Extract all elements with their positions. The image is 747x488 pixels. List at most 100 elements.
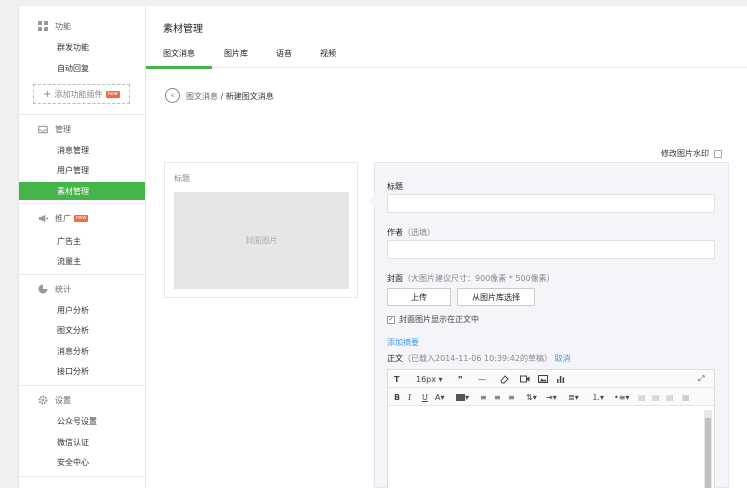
horizontal-rule-icon[interactable]: — <box>478 373 486 385</box>
cover-label: 封面（大图片建议尺寸：900像素 * 500像素） <box>387 274 555 283</box>
sidebar-item-auto-reply[interactable]: 自动回复 <box>19 59 146 77</box>
show-cover-option: ✓ 封面图片显示在正文中 <box>387 314 479 325</box>
form-pointer-arrow <box>368 195 375 207</box>
add-plugin-button[interactable]: + 添加功能插件 new <box>33 84 130 104</box>
show-cover-checkbox[interactable]: ✓ <box>387 315 395 324</box>
sidebar-item-materials[interactable]: 素材管理 <box>19 182 146 200</box>
sidebar-item-user-analysis[interactable]: 用户分析 <box>19 301 146 319</box>
sidebar-item-message-analysis[interactable]: 消息分析 <box>19 342 146 360</box>
divider <box>19 476 146 477</box>
indent-icon[interactable]: ⇥▾ <box>546 391 557 403</box>
sidebar-item-api-analysis[interactable]: 接口分析 <box>19 362 146 380</box>
grid-icon <box>38 21 48 31</box>
add-summary-link[interactable]: 添加摘要 <box>387 337 419 348</box>
sidebar-section-settings: 设置 <box>19 392 146 408</box>
chevron-left-icon: ‹ <box>170 90 175 101</box>
rich-text-editor: T 16px ▾ ❞ — ⤢ B I U A▾ ▾ ≡ ≡ ≡ ⇅▾ ⇥▾ ≣▾… <box>387 369 715 488</box>
main-panel: 素材管理 图文消息 图片库 语音 视频 ‹ 图文消息 / 新建图文消息 修改图片… <box>145 6 747 488</box>
background-color-icon[interactable]: ▾ <box>456 391 469 403</box>
divider <box>19 114 146 115</box>
megaphone-icon <box>38 213 48 223</box>
bold-icon[interactable]: B <box>394 391 400 403</box>
show-cover-label: 封面图片显示在正文中 <box>399 315 479 324</box>
sidebar-item-advertiser[interactable]: 广告主 <box>19 232 146 250</box>
inbox-icon <box>38 124 48 134</box>
divider <box>19 203 146 204</box>
watermark-setting: 修改图片水印 <box>661 148 722 159</box>
sidebar-section-stats: 统计 <box>19 281 146 297</box>
editor-scrollbar-thumb[interactable] <box>705 418 711 488</box>
sidebar-item-traffic-owner[interactable]: 流量主 <box>19 252 146 270</box>
tab-articles[interactable]: 图文消息 <box>163 48 195 59</box>
image-float-left-icon[interactable]: ▤ <box>638 391 646 403</box>
text-format-icon[interactable]: T <box>394 373 399 385</box>
clear-float-icon[interactable]: ▦ <box>682 391 690 403</box>
sidebar-item-account-settings[interactable]: 公众号设置 <box>19 412 146 430</box>
watermark-checkbox[interactable] <box>714 149 722 158</box>
italic-icon[interactable]: I <box>408 391 411 403</box>
breadcrumb: 图文消息 / 新建图文消息 <box>186 91 274 102</box>
title-label: 标题 <box>387 182 403 191</box>
ordered-list-icon[interactable]: ⒈▾ <box>592 391 604 403</box>
image-icon[interactable] <box>538 373 548 385</box>
eraser-icon[interactable] <box>500 373 509 385</box>
title-input[interactable] <box>387 194 715 213</box>
font-size-select[interactable]: 16px ▾ <box>416 373 443 385</box>
sidebar-item-wechat-verify[interactable]: 微信认证 <box>19 433 146 451</box>
cancel-draft-link[interactable]: 取消 <box>555 354 571 363</box>
align-right-icon[interactable]: ≡ <box>508 391 515 403</box>
video-icon[interactable] <box>520 373 530 385</box>
tab-bar: 图文消息 图片库 语音 视频 <box>146 43 747 69</box>
sidebar-item-mass-send[interactable]: 群发功能 <box>19 38 146 56</box>
pie-chart-icon <box>38 284 48 294</box>
align-left-icon[interactable]: ≡ <box>480 391 487 403</box>
sidebar: 功能 群发功能 自动回复 + 添加功能插件 new 管理 消息管理 用户管理 素… <box>18 6 146 488</box>
sidebar-section-manage: 管理 <box>19 121 146 137</box>
sidebar-item-messages[interactable]: 消息管理 <box>19 141 146 159</box>
page-title: 素材管理 <box>163 24 203 35</box>
underline-icon[interactable]: U <box>422 391 428 403</box>
breadcrumb-current: 新建图文消息 <box>225 92 274 101</box>
sidebar-item-users[interactable]: 用户管理 <box>19 161 146 179</box>
divider <box>19 385 146 386</box>
tab-voice[interactable]: 语音 <box>276 48 292 59</box>
editor-toolbar-row-2: B I U A▾ ▾ ≡ ≡ ≡ ⇅▾ ⇥▾ ≣▾ ⒈▾ •≡▾ ▤ ▤ ▤ ▦ <box>388 388 714 406</box>
article-edit-form: 标题 作者（选填） 封面（大图片建议尺寸：900像素 * 500像素） 上传 从… <box>368 162 729 488</box>
active-tab-indicator <box>146 66 212 69</box>
new-badge: new <box>105 90 120 98</box>
paragraph-spacing-icon[interactable]: ⇅▾ <box>526 391 537 403</box>
divider <box>19 274 146 275</box>
upload-button[interactable]: 上传 <box>387 288 451 306</box>
tab-video[interactable]: 视频 <box>320 48 336 59</box>
image-float-center-icon[interactable]: ▤ <box>652 391 660 403</box>
body-label: 正文（已载入2014-11-06 10:39:42的草稿） 取消 <box>387 354 571 363</box>
sidebar-section-functions: 功能 <box>19 18 146 34</box>
align-center-icon[interactable]: ≡ <box>494 391 501 403</box>
breadcrumb-articles-link[interactable]: 图文消息 <box>186 92 218 101</box>
image-float-right-icon[interactable]: ▤ <box>666 391 674 403</box>
article-preview-card[interactable]: 标题 封面图片 <box>164 162 358 298</box>
preview-cover-placeholder: 封面图片 <box>174 192 349 289</box>
preview-title: 标题 <box>174 174 190 183</box>
author-label: 作者（选填） <box>387 228 435 237</box>
line-height-icon[interactable]: ≣▾ <box>568 391 579 403</box>
font-color-icon[interactable]: A▾ <box>435 391 445 403</box>
editor-toolbar-row-1: T 16px ▾ ❞ — ⤢ <box>388 370 714 388</box>
quote-icon[interactable]: ❞ <box>458 373 463 385</box>
select-from-library-button[interactable]: 从图片库选择 <box>457 288 535 306</box>
chart-icon[interactable] <box>556 373 565 385</box>
sidebar-item-article-analysis[interactable]: 图文分析 <box>19 321 146 339</box>
tab-image-library[interactable]: 图片库 <box>224 48 248 59</box>
author-input[interactable] <box>387 240 715 259</box>
unordered-list-icon[interactable]: •≡▾ <box>614 391 629 403</box>
fullscreen-icon[interactable]: ⤢ <box>698 373 704 385</box>
gear-icon <box>38 395 48 405</box>
editor-scrollbar[interactable] <box>704 410 712 488</box>
new-badge: new <box>74 214 89 222</box>
back-button[interactable]: ‹ <box>165 88 180 103</box>
add-plugin-label: 添加功能插件 <box>54 89 103 99</box>
sidebar-item-security-center[interactable]: 安全中心 <box>19 453 146 471</box>
plus-icon: + <box>43 88 52 100</box>
watermark-label: 修改图片水印 <box>661 149 709 158</box>
sidebar-section-promotion: 推广 new <box>19 210 146 226</box>
